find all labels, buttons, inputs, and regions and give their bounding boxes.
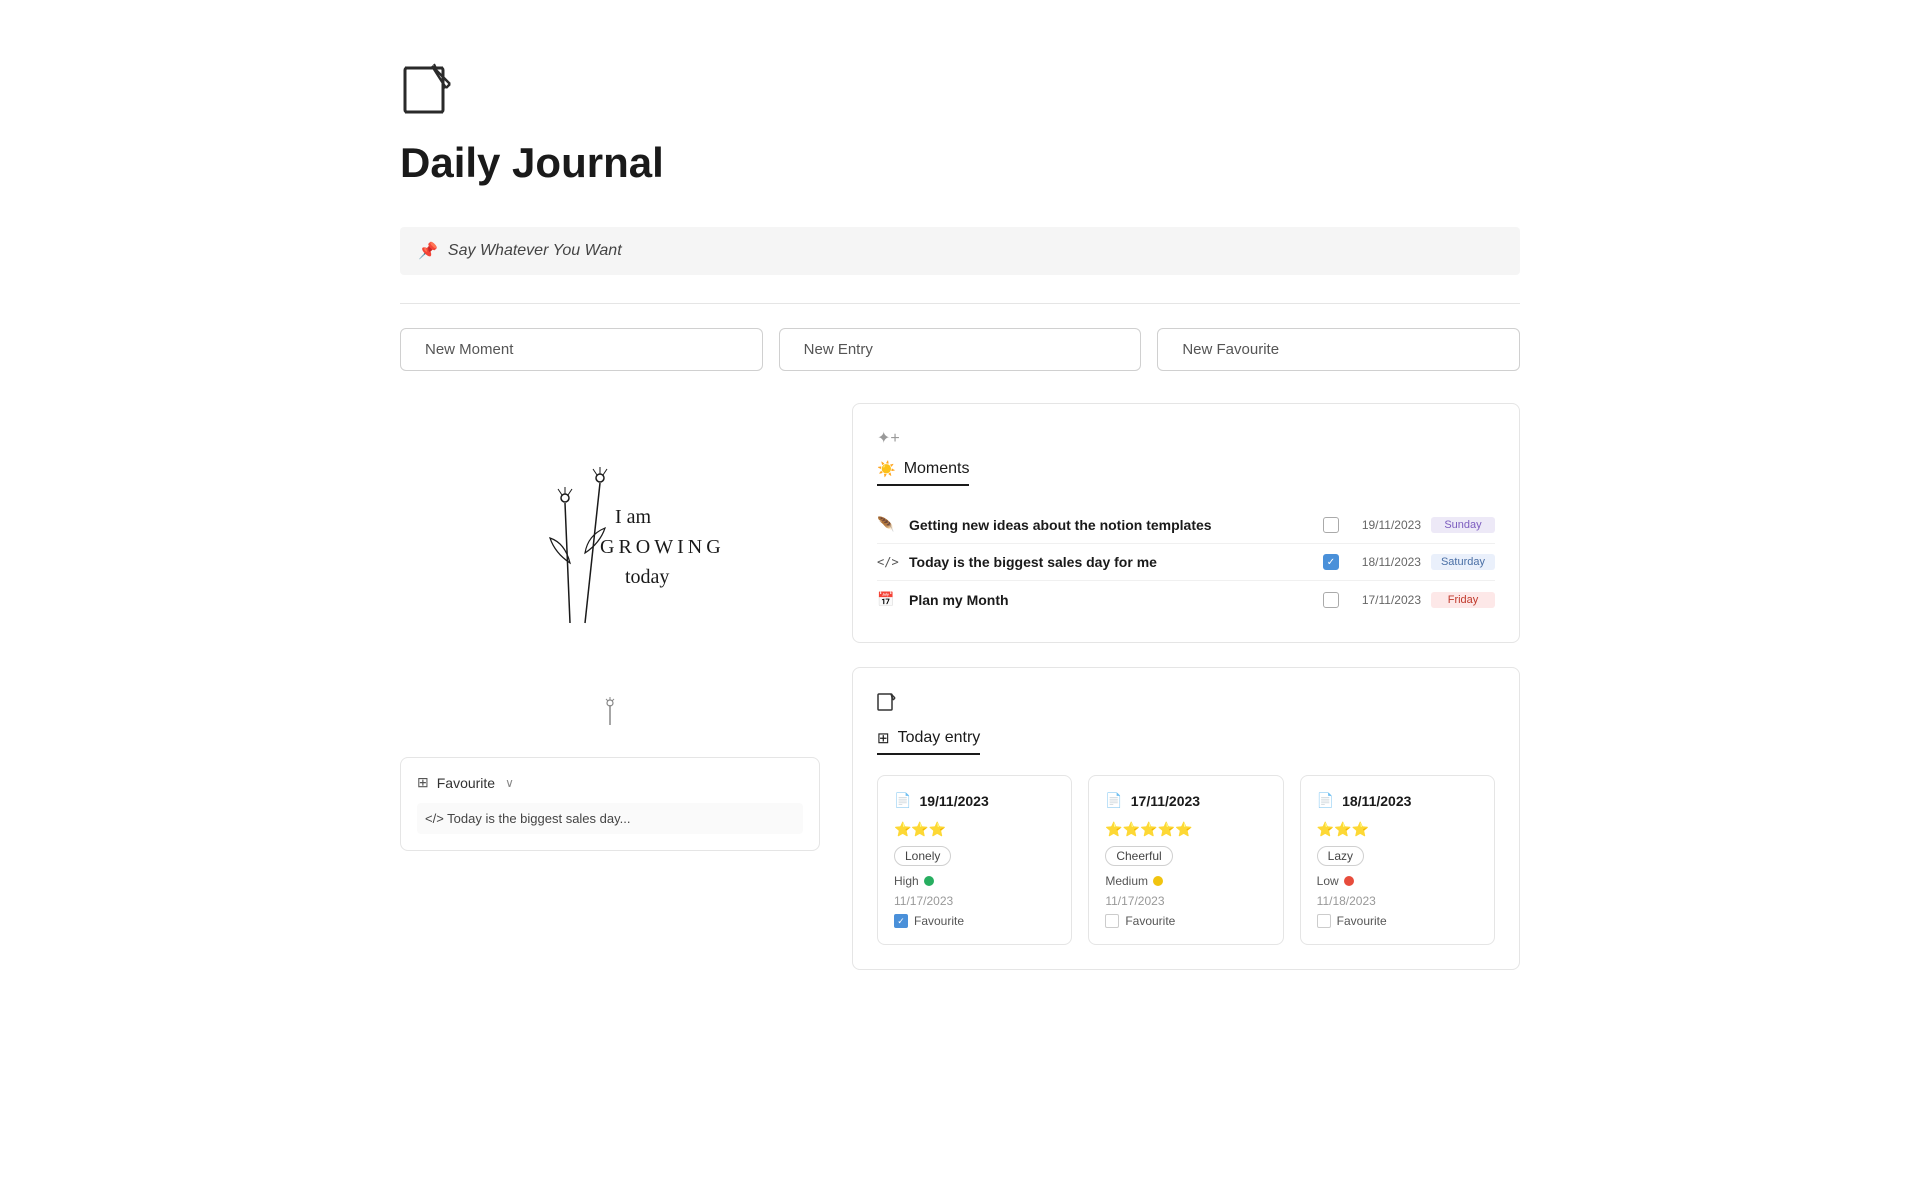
left-column: I am GROWING today ⊞ Favo xyxy=(400,403,820,970)
entry-date-1: 17/11/2023 xyxy=(1131,793,1200,809)
entry-fav-1: Favourite xyxy=(1105,914,1266,928)
fav-checkbox-1[interactable] xyxy=(1105,914,1119,928)
grid-icon-tab: ⊞ xyxy=(877,729,890,747)
header-icon-area xyxy=(400,60,1520,139)
today-entry-tab-label: Today entry xyxy=(898,729,981,747)
entry-small-date-1: 11/17/2023 xyxy=(1105,894,1266,908)
entry-energy-0: High xyxy=(894,874,1055,888)
entry-card-header-2: 📄 18/11/2023 xyxy=(1317,792,1478,809)
moment-row: </> Today is the biggest sales day for m… xyxy=(877,544,1495,581)
moment-right-0: 19/11/2023 Sunday xyxy=(1323,517,1495,533)
sun-icon: ☀️ xyxy=(877,460,896,478)
new-favourite-button[interactable]: New Favourite xyxy=(1157,328,1520,371)
page-container: Daily Journal 📌 Say Whatever You Want Ne… xyxy=(310,0,1610,1030)
main-layout: I am GROWING today ⊞ Favo xyxy=(400,403,1520,970)
drag-icon[interactable]: ✦+ xyxy=(877,428,1495,448)
mood-dot-0 xyxy=(924,876,934,886)
entry-stars-0: ⭐⭐⭐ xyxy=(894,821,1055,838)
moment-icon-1: </> xyxy=(877,555,897,569)
moment-checkbox-1[interactable] xyxy=(1323,554,1339,570)
entry-energy-1: Medium xyxy=(1105,874,1266,888)
moment-day-2: Friday xyxy=(1431,592,1495,608)
today-entry-card: ⊞ Today entry 📄 19/11/2023 ⭐⭐⭐ Lonely Hi… xyxy=(852,667,1520,970)
fav-card-title: Favourite xyxy=(437,775,495,791)
page-title: Daily Journal xyxy=(400,139,1520,187)
fav-label-1: Favourite xyxy=(1125,914,1175,928)
fav-label-2: Favourite xyxy=(1337,914,1387,928)
moment-day-0: Sunday xyxy=(1431,517,1495,533)
svg-text:GROWING: GROWING xyxy=(600,536,725,558)
moment-text-0: Getting new ideas about the notion templ… xyxy=(909,517,1311,533)
moment-icon-2: 📅 xyxy=(877,591,897,608)
entry-date-0: 19/11/2023 xyxy=(919,793,988,809)
fav-entry-preview: </> Today is the biggest sales day... xyxy=(417,803,803,834)
journal-icon xyxy=(400,60,458,118)
moment-text-2: Plan my Month xyxy=(909,592,1311,608)
entry-fav-2: Favourite xyxy=(1317,914,1478,928)
entry-stars-2: ⭐⭐⭐ xyxy=(1317,821,1478,838)
entry-card-header-0: 📄 19/11/2023 xyxy=(894,792,1055,809)
svg-text:I am: I am xyxy=(615,506,652,528)
doc-icon-2: 📄 xyxy=(1317,792,1334,809)
moment-icon-0: 🪶 xyxy=(877,516,897,533)
entry-small-date-2: 11/18/2023 xyxy=(1317,894,1478,908)
mood-dot-2 xyxy=(1344,876,1354,886)
entry-mood-tag-2: Lazy xyxy=(1317,846,1364,866)
pinned-bar: 📌 Say Whatever You Want xyxy=(400,227,1520,275)
moment-row: 🪶 Getting new ideas about the notion tem… xyxy=(877,506,1495,544)
fav-checkbox-2[interactable] xyxy=(1317,914,1331,928)
grid-icon: ⊞ xyxy=(417,774,429,791)
entry-energy-2: Low xyxy=(1317,874,1478,888)
plant-svg: I am GROWING today xyxy=(470,423,750,643)
fav-dropdown-icon[interactable]: ∨ xyxy=(505,776,514,790)
divider-top xyxy=(400,303,1520,304)
moment-date-2: 17/11/2023 xyxy=(1349,593,1421,607)
moment-date-0: 19/11/2023 xyxy=(1349,518,1421,532)
moments-list: 🪶 Getting new ideas about the notion tem… xyxy=(877,506,1495,618)
pinned-text: Say Whatever You Want xyxy=(448,242,622,260)
doc-icon-0: 📄 xyxy=(894,792,911,809)
fav-checkbox-0[interactable] xyxy=(894,914,908,928)
moment-day-1: Saturday xyxy=(1431,554,1495,570)
moment-row: 📅 Plan my Month 17/11/2023 Friday xyxy=(877,581,1495,618)
today-entry-tab[interactable]: ⊞ Today entry xyxy=(877,729,980,755)
mood-dot-1 xyxy=(1153,876,1163,886)
entry-card-2: 📄 18/11/2023 ⭐⭐⭐ Lazy Low 11/18/2023 Fav… xyxy=(1300,775,1495,945)
new-moment-button[interactable]: New Moment xyxy=(400,328,763,371)
entry-card-0: 📄 19/11/2023 ⭐⭐⭐ Lonely High 11/17/2023 … xyxy=(877,775,1072,945)
moment-checkbox-0[interactable] xyxy=(1323,517,1339,533)
right-column: ✦+ ☀️ Moments 🪶 Getting new ideas about … xyxy=(852,403,1520,970)
moments-card: ✦+ ☀️ Moments 🪶 Getting new ideas about … xyxy=(852,403,1520,643)
moment-checkbox-2[interactable] xyxy=(1323,592,1339,608)
moments-tab[interactable]: ☀️ Moments xyxy=(877,460,969,486)
fav-label-0: Favourite xyxy=(914,914,964,928)
favourite-card: ⊞ Favourite ∨ </> Today is the biggest s… xyxy=(400,757,820,851)
entry-small-date-0: 11/17/2023 xyxy=(894,894,1055,908)
entry-stars-1: ⭐⭐⭐⭐⭐ xyxy=(1105,821,1266,838)
doc-icon-1: 📄 xyxy=(1105,792,1122,809)
entry-mood-tag-1: Cheerful xyxy=(1105,846,1172,866)
moment-date-1: 18/11/2023 xyxy=(1349,555,1421,569)
small-plant-icon xyxy=(400,697,820,733)
entry-fav-0: Favourite xyxy=(894,914,1055,928)
entry-card-header-1: 📄 17/11/2023 xyxy=(1105,792,1266,809)
moment-right-1: 18/11/2023 Saturday xyxy=(1323,554,1495,570)
pin-icon: 📌 xyxy=(418,241,438,261)
entry-date-2: 18/11/2023 xyxy=(1342,793,1411,809)
moments-tab-label: Moments xyxy=(904,460,970,478)
entry-card-1: 📄 17/11/2023 ⭐⭐⭐⭐⭐ Cheerful Medium 11/17… xyxy=(1088,775,1283,945)
edit-icon xyxy=(877,692,1495,717)
moment-right-2: 17/11/2023 Friday xyxy=(1323,592,1495,608)
entry-cards-grid: 📄 19/11/2023 ⭐⭐⭐ Lonely High 11/17/2023 … xyxy=(877,775,1495,945)
entry-mood-tag-0: Lonely xyxy=(894,846,951,866)
fav-card-header: ⊞ Favourite ∨ xyxy=(417,774,803,791)
svg-text:today: today xyxy=(625,566,669,588)
new-entry-button[interactable]: New Entry xyxy=(779,328,1142,371)
button-row: New Moment New Entry New Favourite xyxy=(400,328,1520,371)
plant-illustration: I am GROWING today xyxy=(400,403,820,663)
moment-text-1: Today is the biggest sales day for me xyxy=(909,554,1311,570)
